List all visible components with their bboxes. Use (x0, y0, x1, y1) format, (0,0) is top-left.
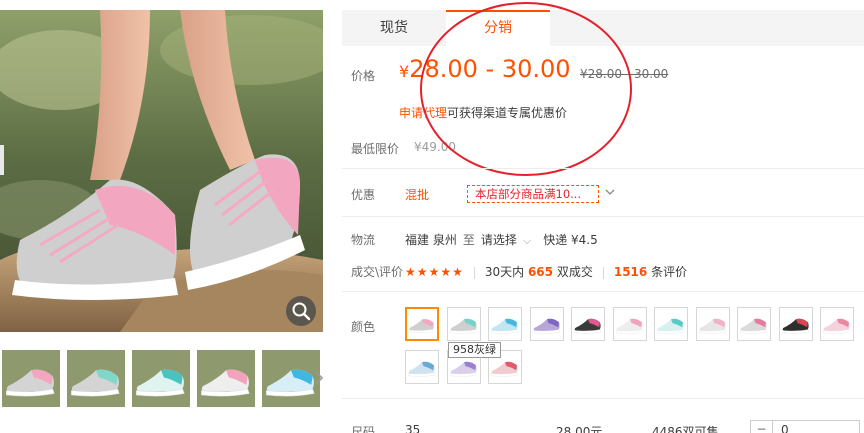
chevron-right-icon (315, 371, 324, 385)
color-swatch-black-pink[interactable] (571, 307, 605, 341)
mixed-batch-link[interactable]: 混批 (405, 186, 429, 203)
divider (602, 266, 604, 279)
color-swatch-sky[interactable] (405, 350, 439, 384)
ship-to: 至 (462, 233, 475, 247)
tab-spot-stock[interactable]: 现货 (342, 10, 446, 46)
tab-distribution[interactable]: 分销 (446, 10, 550, 46)
sales-prefix: 30天内 (484, 265, 525, 279)
size-price: 28.00元 (556, 425, 603, 433)
thumb-sky[interactable] (262, 350, 320, 407)
min-price-label: 最低限价 (351, 142, 400, 156)
sales-count: 665 (527, 265, 554, 279)
shipping-info: 福建 泉州至请选择 ⌵ 快递 ¥4.5 (405, 231, 598, 248)
divider (342, 291, 864, 292)
color-swatch-white-pink[interactable] (612, 307, 647, 341)
price-range: ¥28.00 - 30.00 (399, 55, 571, 83)
color-swatch-grey-rose[interactable] (737, 307, 771, 341)
color-swatch-pink-white[interactable] (820, 307, 854, 341)
shipping-label: 物流 (351, 233, 376, 247)
color-swatch-light-pink[interactable] (695, 307, 730, 341)
size-label: 尺码 (351, 425, 376, 433)
chevron-down-icon[interactable]: ⌵ (523, 234, 531, 247)
color-swatch-black-red[interactable] (778, 307, 813, 341)
thumbnail-next-button[interactable] (313, 370, 325, 386)
reviews-count[interactable]: 1516 (614, 265, 647, 279)
divider (473, 266, 475, 279)
gallery-prev-edge[interactable] (0, 145, 4, 175)
color-tooltip: 958灰绿 (448, 342, 501, 358)
purchase-panel: 现货 分销 价格 ¥28.00 - 30.00 ¥28.00 - 30.00 申… (342, 0, 864, 433)
quantity-stepper: − 0 (750, 420, 860, 433)
apply-agent-text: 可获得渠道专属优惠价 (447, 106, 568, 120)
stats-label: 成交\评价 (351, 265, 404, 279)
thumb-mint[interactable] (132, 350, 190, 407)
min-price-value: ¥49.00 (414, 140, 456, 154)
divider (342, 398, 864, 399)
ship-origin: 福建 泉州 (405, 233, 457, 247)
original-price: ¥28.00 - 30.00 (580, 67, 669, 81)
thumb-grey-green[interactable] (67, 350, 125, 407)
divider (342, 168, 864, 169)
color-swatch-blue[interactable] (488, 307, 522, 341)
size-stock: 4486双可售 (652, 425, 719, 433)
promo-dropdown[interactable] (605, 185, 615, 199)
agent-apply-line: 申请代理可获得渠道专属优惠价 (399, 104, 567, 121)
rating-stars: ★★★★★ (405, 265, 464, 279)
ship-express: 快递 ¥4.5 (543, 233, 598, 247)
coupon-badge[interactable]: 本店部分商品满10... (467, 185, 599, 203)
divider (342, 216, 864, 217)
sales-stats: 成交\评价 ★★★★★ 30天内 665 双成交 1516 条评价 (351, 263, 687, 280)
chevron-down-icon (605, 189, 615, 195)
apply-agent-link[interactable]: 申请代理 (399, 106, 447, 120)
size-value: 35 (405, 423, 421, 433)
color-label: 颜色 (351, 320, 376, 334)
zoom-button[interactable] (286, 296, 316, 326)
magnifier-icon (292, 302, 311, 321)
sales-suffix: 双成交 (556, 265, 593, 279)
tab-bar: 现货 分销 (342, 10, 864, 46)
color-swatch-grey-pink[interactable] (405, 307, 439, 341)
thumb-grey-pink[interactable] (2, 350, 60, 407)
color-swatch-purple[interactable] (529, 307, 564, 341)
price-range-value: 28.00 - 30.00 (409, 55, 571, 83)
promo-label: 优惠 (351, 188, 376, 202)
price-label: 价格 (351, 69, 376, 83)
color-swatch-mint[interactable] (654, 307, 688, 341)
price-currency: ¥ (399, 62, 410, 81)
main-product-photo (0, 10, 323, 332)
ship-destination-select[interactable]: 请选择 (481, 233, 517, 247)
quantity-input[interactable]: 0 (781, 423, 789, 433)
color-swatch-grey-green[interactable] (446, 307, 481, 341)
thumb-white-pink[interactable] (197, 350, 255, 407)
quantity-decrease-button[interactable]: − (751, 421, 773, 433)
reviews-suffix[interactable]: 条评价 (651, 265, 687, 279)
